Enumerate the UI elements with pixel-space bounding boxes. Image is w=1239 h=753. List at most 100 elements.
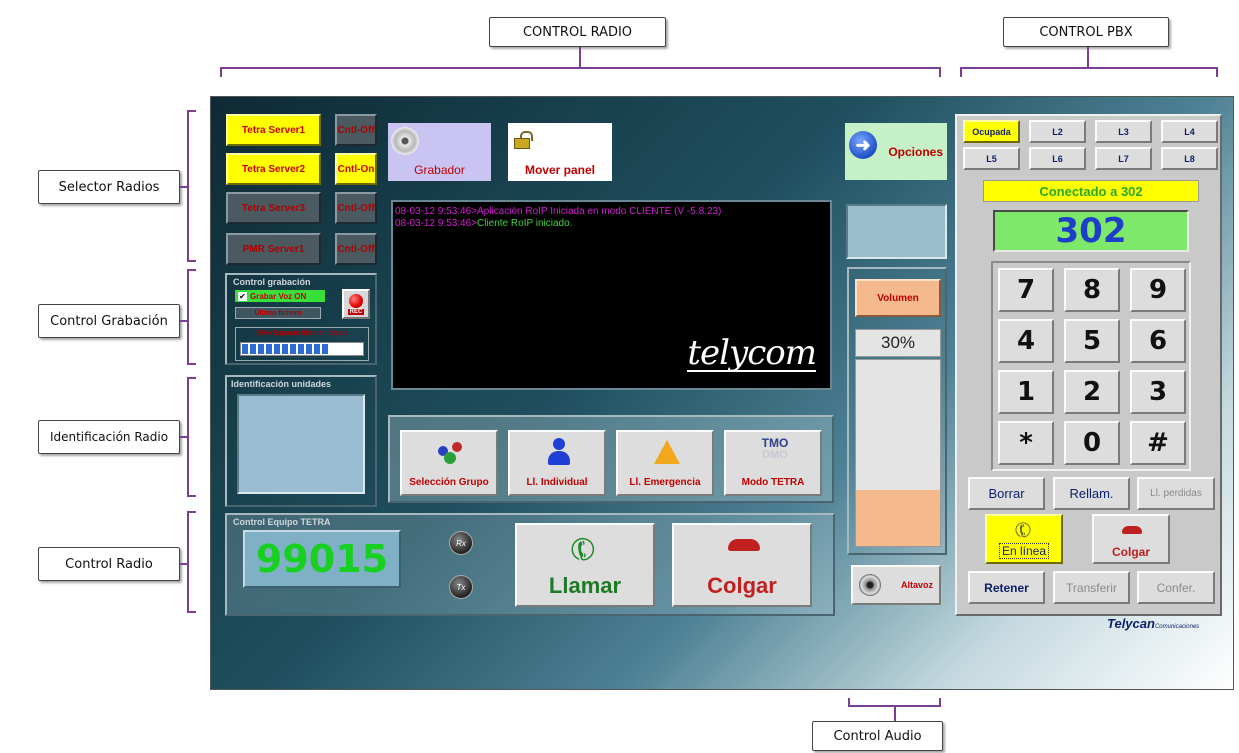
phone-pickup-icon: ✆ <box>564 529 603 572</box>
tetra-title: Control Equipo TETRA <box>233 517 331 527</box>
server-control-toggle-1[interactable]: Cntl-Off <box>335 114 377 146</box>
server-control-toggle-4[interactable]: Cntl-Off <box>335 233 377 265</box>
log-console: 08-03-12 9:53:46>Aplicación RoIP Iniciad… <box>391 200 832 390</box>
pbx-line-2-button[interactable]: L2 <box>1029 120 1086 143</box>
volumen-button[interactable]: Volumen <box>855 279 941 317</box>
seleccion-grupo-label: Selección Grupo <box>409 477 489 488</box>
progress-segment <box>314 344 320 354</box>
en-linea-button[interactable]: ✆ En línea <box>985 514 1063 564</box>
pbx-line-4-button[interactable]: L4 <box>1161 120 1218 143</box>
progress-segment <box>298 344 304 354</box>
last-file-button[interactable]: Último fichero <box>235 307 321 319</box>
keypad-key-9[interactable]: 9 <box>1130 268 1186 312</box>
rec-label: REC <box>347 308 365 315</box>
log-line: 08-03-12 9:53:46>Aplicación RoIP Iniciad… <box>395 206 722 217</box>
recording-title: Control grabación <box>233 277 311 287</box>
colgar-tetra-label: Colgar <box>707 573 777 598</box>
progress-segment <box>306 344 312 354</box>
record-dot-icon <box>349 293 363 308</box>
identification-list[interactable] <box>237 394 365 494</box>
keypad-key-7[interactable]: 7 <box>998 268 1054 312</box>
keypad-key-2[interactable]: 2 <box>1064 370 1120 414</box>
checkbox-icon: ✔ <box>238 291 247 301</box>
volume-panel: Volumen 30% <box>847 267 947 555</box>
pbx-number-display: 302 <box>993 210 1189 252</box>
server-button-3[interactable]: Tetra Server3 <box>226 192 321 224</box>
keypad-key-5[interactable]: 5 <box>1064 319 1120 363</box>
transferir-button[interactable]: Transferir <box>1053 571 1130 604</box>
conferencia-button[interactable]: Confer. <box>1137 571 1215 604</box>
keypad-key-1[interactable]: 1 <box>998 370 1054 414</box>
telycan-brand: TelycanComunicaciones <box>1107 616 1200 631</box>
telycom-logo: telycom <box>687 333 817 373</box>
tx-indicator: Tx <box>449 575 473 599</box>
progress-segment <box>250 344 256 354</box>
server-button-4[interactable]: PMR Server1 <box>226 233 321 265</box>
server-button-1[interactable]: Tetra Server1 <box>226 114 321 146</box>
seleccion-grupo-button[interactable]: Selección Grupo <box>400 430 498 496</box>
colgar-tetra-button[interactable]: Colgar <box>672 523 812 607</box>
progress-segment <box>290 344 296 354</box>
keypad-key-hash[interactable]: # <box>1130 421 1186 465</box>
mover-panel-label: Mover panel <box>524 163 596 177</box>
disk-space-label: 98% Espacio libre en disco <box>257 330 347 337</box>
pbx-line-7-button[interactable]: L7 <box>1095 147 1152 170</box>
group-users-icon <box>438 442 464 464</box>
llamada-emergencia-button[interactable]: Ll. Emergencia <box>616 430 714 496</box>
volume-level-fill <box>856 490 940 546</box>
modo-tetra-label: Modo TETRA <box>741 477 805 488</box>
keypad: 7 8 9 4 5 6 1 2 3 * 0 # <box>991 261 1191 471</box>
en-linea-label: En línea <box>998 543 1050 559</box>
log-line: 08-03-12 9:53:46>Cliente RoIP iniciado. <box>395 218 573 229</box>
server-control-toggle-2[interactable]: Cntl-On <box>335 153 377 185</box>
roip-app-window: Tetra Server1 Cntl-Off Tetra Server2 Cnt… <box>210 96 1234 690</box>
recording-control-panel: Control grabación ✔ Grabar Voz ON Último… <box>225 273 377 365</box>
altavoz-button[interactable]: Altavoz <box>851 565 941 605</box>
volume-percent: 30% <box>855 329 941 357</box>
pbx-line-3-button[interactable]: L3 <box>1095 120 1152 143</box>
phone-line-icon: ✆ <box>1010 517 1037 545</box>
audio-status-box <box>846 204 947 259</box>
pbx-panel: Ocupada L2 L3 L4 L5 L6 L7 L8 Conectado a 302 30… <box>955 114 1222 616</box>
rellamada-button[interactable]: Rellam. <box>1053 477 1130 510</box>
keypad-key-8[interactable]: 8 <box>1064 268 1120 312</box>
single-user-icon <box>548 438 570 466</box>
record-voice-toggle[interactable]: ✔ Grabar Voz ON <box>235 290 325 302</box>
keypad-key-6[interactable]: 6 <box>1130 319 1186 363</box>
keypad-key-0[interactable]: 0 <box>1064 421 1120 465</box>
grabador-button[interactable]: Grabador <box>388 123 491 181</box>
tetra-control-panel: Control Equipo TETRA 99015 Rx Tx ✆ Llama… <box>225 513 835 616</box>
colgar-pbx-label: Colgar <box>1111 545 1150 559</box>
progress-segment <box>242 344 248 354</box>
llamada-emergencia-label: Ll. Emergencia <box>629 477 701 488</box>
recorder-disc-icon <box>391 127 419 155</box>
tmo-dmo-icon: TMO DMO <box>761 436 789 461</box>
server-button-2[interactable]: Tetra Server2 <box>226 153 321 185</box>
llamadas-perdidas-button[interactable]: Ll. perdidas <box>1137 477 1215 510</box>
llamada-individual-label: Ll. Individual <box>526 477 588 488</box>
tetra-number-display: 99015 <box>243 530 401 588</box>
phone-hangup-icon <box>1122 526 1142 534</box>
colgar-pbx-button[interactable]: Colgar <box>1092 514 1170 564</box>
pbx-line-1-button[interactable]: Ocupada <box>963 120 1020 143</box>
volume-slider[interactable] <box>855 359 941 547</box>
keypad-key-3[interactable]: 3 <box>1130 370 1186 414</box>
opciones-button[interactable]: ➜ Opciones <box>845 123 947 180</box>
pbx-line-5-button[interactable]: L5 <box>963 147 1020 170</box>
progress-segment <box>322 344 328 354</box>
keypad-key-star[interactable]: * <box>998 421 1054 465</box>
rx-indicator: Rx <box>449 531 473 555</box>
pbx-line-8-button[interactable]: L8 <box>1161 147 1218 170</box>
llamar-button[interactable]: ✆ Llamar <box>515 523 655 607</box>
mover-panel-button[interactable]: Mover panel <box>508 123 612 181</box>
altavoz-label: Altavoz <box>900 580 933 590</box>
pbx-line-6-button[interactable]: L6 <box>1029 147 1086 170</box>
rec-button[interactable]: REC <box>342 289 370 319</box>
retener-button[interactable]: Retener <box>968 571 1045 604</box>
borrar-button[interactable]: Borrar <box>968 477 1045 510</box>
server-control-toggle-3[interactable]: Cntl-Off <box>335 192 377 224</box>
unlock-icon <box>514 131 533 149</box>
keypad-key-4[interactable]: 4 <box>998 319 1054 363</box>
llamada-individual-button[interactable]: Ll. Individual <box>508 430 606 496</box>
modo-tetra-button[interactable]: TMO DMO Modo TETRA <box>724 430 822 496</box>
